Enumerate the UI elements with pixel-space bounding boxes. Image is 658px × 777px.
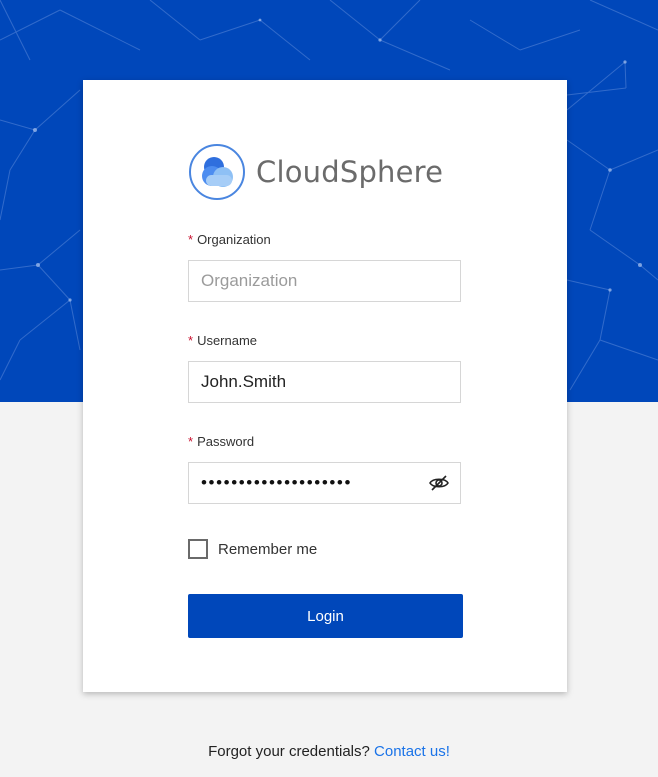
- contact-us-link[interactable]: Contact us!: [374, 743, 450, 760]
- remember-me-label[interactable]: Remember me: [218, 541, 317, 558]
- login-button[interactable]: Login: [188, 594, 463, 638]
- brand-name: CloudSphere: [256, 155, 444, 189]
- remember-me-checkbox[interactable]: [188, 539, 208, 559]
- password-input[interactable]: ••••••••••••••••••••: [188, 462, 461, 504]
- cloud-icon: [188, 143, 246, 201]
- organization-input[interactable]: [189, 261, 460, 301]
- footer-text: Forgot your credentials?: [208, 743, 370, 760]
- organization-field-box: [188, 260, 461, 302]
- remember-me: Remember me: [188, 539, 317, 559]
- login-card: CloudSphere *Organization *Username *Pas…: [83, 80, 567, 692]
- required-mark: *: [188, 434, 194, 449]
- password-label-text: Password: [197, 434, 255, 449]
- required-mark: *: [188, 232, 194, 247]
- username-input[interactable]: [189, 362, 460, 402]
- login-page: CloudSphere *Organization *Username *Pas…: [0, 0, 658, 777]
- eye-slash-icon[interactable]: [428, 472, 450, 494]
- password-masked-value: ••••••••••••••••••••: [201, 473, 353, 492]
- password-label: * Password: [188, 434, 254, 449]
- organization-label-text: Organization: [197, 232, 271, 247]
- required-mark: *: [188, 333, 194, 348]
- username-label-text: Username: [197, 333, 258, 348]
- username-field-box: [188, 361, 461, 403]
- username-label: * Username: [188, 333, 257, 348]
- footer: Forgot your credentials? Contact us!: [0, 743, 658, 760]
- brand-logo: CloudSphere: [188, 142, 443, 202]
- organization-label: * Organization: [188, 232, 271, 247]
